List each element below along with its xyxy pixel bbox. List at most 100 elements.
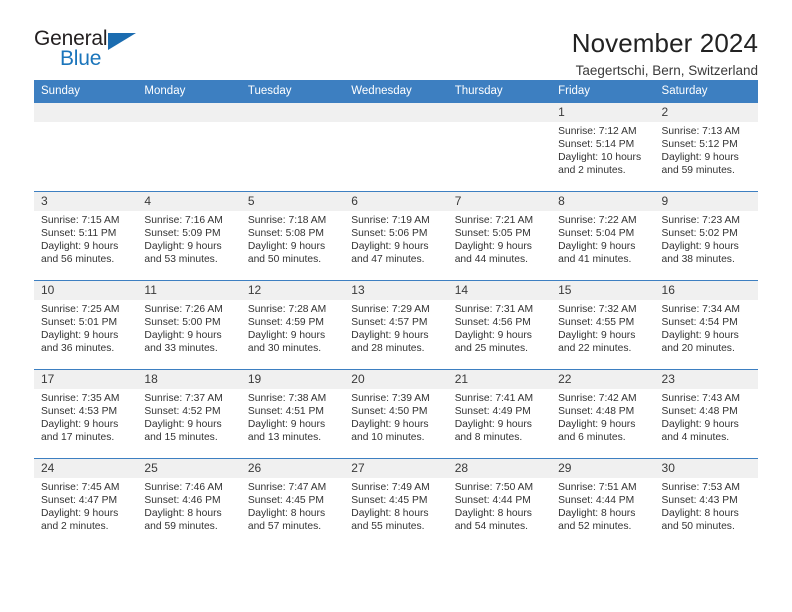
sunset-text: Sunset: 4:52 PM — [144, 406, 221, 418]
sunset-text: Sunset: 5:09 PM — [144, 228, 221, 240]
calendar-day-cell[interactable]: 9 Sunrise: 7:23 AM Sunset: 5:02 PM Daylight… — [654, 191, 758, 281]
day-details: Sunrise: 7:23 AM Sunset: 5:02 PM Daylight:… — [655, 211, 758, 266]
calendar-day-cell[interactable]: 2 Sunrise: 7:13 AM Sunset: 5:12 PM Daylight… — [654, 102, 758, 192]
day-number: 11 — [137, 281, 241, 300]
calendar-day-cell[interactable]: 11 Sunrise: 7:26 AM Sunset: 5:00 PM Dayligh… — [137, 280, 241, 370]
sunrise-text: Sunrise: 7:51 AM — [558, 482, 637, 493]
calendar-day-cell[interactable]: 15 Sunrise: 7:32 AM Sunset: 4:55 PM Dayligh… — [551, 280, 655, 370]
day-number: 8 — [551, 192, 655, 211]
daylight-text-line1: Daylight: 9 hours — [454, 241, 532, 253]
calendar-day-cell[interactable]: 3 Sunrise: 7:15 AM Sunset: 5:11 PM Daylight… — [34, 191, 138, 281]
day-number: 7 — [447, 192, 552, 211]
calendar-day-cell[interactable]: 6 Sunrise: 7:19 AM Sunset: 5:06 PM Daylight… — [344, 191, 448, 281]
day-number: 17 — [34, 370, 138, 389]
day-number — [447, 103, 552, 122]
day-details: Sunrise: 7:25 AM Sunset: 5:01 PM Daylight:… — [34, 300, 137, 355]
daylight-text-line2: and 6 minutes. — [558, 432, 626, 444]
calendar-day-cell[interactable]: 7 Sunrise: 7:21 AM Sunset: 5:05 PM Daylight… — [447, 191, 552, 281]
calendar-day-cell[interactable]: 5 Sunrise: 7:18 AM Sunset: 5:08 PM Daylight… — [240, 191, 345, 281]
sunrise-text: Sunrise: 7:21 AM — [454, 215, 534, 226]
day-details: Sunrise: 7:41 AM Sunset: 4:49 PM Daylight:… — [448, 389, 551, 444]
calendar-day-cell[interactable]: 4 Sunrise: 7:16 AM Sunset: 5:09 PM Daylight… — [137, 191, 241, 281]
day-details: Sunrise: 7:46 AM Sunset: 4:46 PM Daylight:… — [137, 478, 240, 533]
calendar-day-cell[interactable]: 29 Sunrise: 7:51 AM Sunset: 4:44 PM Dayligh… — [551, 458, 655, 548]
daylight-text-line1: Daylight: 9 hours — [661, 152, 739, 164]
calendar-day-cell[interactable]: 10 Sunrise: 7:25 AM Sunset: 5:01 PM Dayligh… — [34, 280, 138, 370]
calendar-day-cell-empty — [447, 102, 552, 192]
calendar-day-cell[interactable]: 12 Sunrise: 7:28 AM Sunset: 4:59 PM Dayligh… — [240, 280, 345, 370]
sunrise-text: Sunrise: 7:29 AM — [351, 304, 430, 315]
day-number — [137, 103, 241, 122]
general-blue-logo[interactable]: General Blue — [34, 28, 146, 76]
daylight-text-line2: and 33 minutes. — [144, 343, 218, 355]
calendar-day-cell[interactable]: 18 Sunrise: 7:37 AM Sunset: 4:52 PM Dayligh… — [137, 369, 241, 459]
calendar-day-cell[interactable]: 24 Sunrise: 7:45 AM Sunset: 4:47 PM Dayligh… — [34, 458, 138, 548]
day-details: Sunrise: 7:53 AM Sunset: 4:43 PM Daylight:… — [655, 478, 758, 533]
sunset-text: Sunset: 5:06 PM — [351, 228, 428, 240]
day-details: Sunrise: 7:21 AM Sunset: 5:05 PM Daylight:… — [448, 211, 551, 266]
daylight-text-line1: Daylight: 9 hours — [247, 330, 326, 342]
daylight-text-line2: and 17 minutes. — [41, 432, 115, 444]
daylight-text-line1: Daylight: 9 hours — [41, 241, 119, 253]
sunset-text: Sunset: 5:02 PM — [661, 228, 738, 240]
day-number: 20 — [344, 370, 448, 389]
sunset-text: Sunset: 4:44 PM — [454, 495, 531, 507]
calendar-day-cell[interactable]: 23 Sunrise: 7:43 AM Sunset: 4:48 PM Dayligh… — [654, 369, 758, 459]
calendar-week-row: 1 Sunrise: 7:12 AM Sunset: 5:14 PM Daylight… — [34, 102, 758, 192]
daylight-text-line2: and 36 minutes. — [41, 343, 115, 355]
sunset-text: Sunset: 4:48 PM — [661, 406, 738, 418]
calendar-day-cell[interactable]: 21 Sunrise: 7:41 AM Sunset: 4:49 PM Dayligh… — [447, 369, 552, 459]
day-number: 27 — [344, 459, 448, 478]
calendar-day-cell[interactable]: 13 Sunrise: 7:29 AM Sunset: 4:57 PM Dayligh… — [344, 280, 448, 370]
calendar-day-cell[interactable]: 8 Sunrise: 7:22 AM Sunset: 5:04 PM Daylight… — [551, 191, 655, 281]
daylight-text-line1: Daylight: 9 hours — [247, 241, 326, 253]
calendar-day-cell[interactable]: 22 Sunrise: 7:42 AM Sunset: 4:48 PM Dayligh… — [551, 369, 655, 459]
calendar-day-cell[interactable]: 27 Sunrise: 7:49 AM Sunset: 4:45 PM Dayligh… — [344, 458, 448, 548]
daylight-text-line2: and 30 minutes. — [247, 343, 322, 355]
daylight-text-line2: and 10 minutes. — [351, 432, 425, 444]
calendar-day-cell[interactable]: 30 Sunrise: 7:53 AM Sunset: 4:43 PM Dayligh… — [654, 458, 758, 548]
calendar-week-row: 17 Sunrise: 7:35 AM Sunset: 4:53 PM Dayligh… — [34, 369, 758, 459]
sunset-text: Sunset: 4:45 PM — [351, 495, 428, 507]
day-details: Sunrise: 7:42 AM Sunset: 4:48 PM Daylight:… — [551, 389, 654, 444]
day-details: Sunrise: 7:12 AM Sunset: 5:14 PM Daylight:… — [551, 122, 654, 177]
day-number: 14 — [447, 281, 552, 300]
calendar-day-cell[interactable]: 26 Sunrise: 7:47 AM Sunset: 4:45 PM Dayligh… — [240, 458, 345, 548]
calendar-day-cell-empty — [240, 102, 345, 192]
day-number: 12 — [240, 281, 345, 300]
sunset-text: Sunset: 5:05 PM — [454, 228, 531, 240]
daylight-text-line1: Daylight: 9 hours — [661, 419, 739, 431]
daylight-text-line2: and 44 minutes. — [454, 254, 528, 266]
daylight-text-line2: and 28 minutes. — [351, 343, 425, 355]
weekday-header-friday: Friday — [551, 80, 655, 103]
calendar-week-row: 10 Sunrise: 7:25 AM Sunset: 5:01 PM Dayligh… — [34, 280, 758, 370]
day-number: 3 — [34, 192, 138, 211]
sunset-text: Sunset: 4:59 PM — [247, 317, 324, 329]
calendar-day-cell[interactable]: 1 Sunrise: 7:12 AM Sunset: 5:14 PM Daylight… — [551, 102, 655, 192]
day-number: 22 — [551, 370, 655, 389]
day-details: Sunrise: 7:37 AM Sunset: 4:52 PM Daylight:… — [137, 389, 240, 444]
calendar-day-cell[interactable]: 19 Sunrise: 7:38 AM Sunset: 4:51 PM Dayligh… — [240, 369, 345, 459]
calendar-day-cell[interactable]: 28 Sunrise: 7:50 AM Sunset: 4:44 PM Dayligh… — [447, 458, 552, 548]
day-details: Sunrise: 7:31 AM Sunset: 4:56 PM Daylight:… — [448, 300, 551, 355]
calendar-day-cell[interactable]: 20 Sunrise: 7:39 AM Sunset: 4:50 PM Dayligh… — [344, 369, 448, 459]
day-details: Sunrise: 7:15 AM Sunset: 5:11 PM Daylight:… — [34, 211, 137, 266]
weekday-header-thursday: Thursday — [447, 80, 552, 103]
triangle-logo-icon — [108, 33, 136, 50]
daylight-text-line2: and 57 minutes. — [247, 521, 322, 533]
sunset-text: Sunset: 4:55 PM — [558, 317, 635, 329]
day-details: Sunrise: 7:32 AM Sunset: 4:55 PM Daylight:… — [551, 300, 654, 355]
daylight-text-line1: Daylight: 8 hours — [144, 508, 222, 520]
daylight-text-line2: and 22 minutes. — [558, 343, 632, 355]
page-header: General Blue November 2024 Taegertschi, … — [34, 0, 758, 79]
daylight-text-line1: Daylight: 9 hours — [558, 241, 636, 253]
daylight-text-line2: and 8 minutes. — [454, 432, 523, 444]
calendar-day-cell[interactable]: 16 Sunrise: 7:34 AM Sunset: 4:54 PM Dayligh… — [654, 280, 758, 370]
daylight-text-line2: and 2 minutes. — [558, 165, 626, 177]
sunrise-text: Sunrise: 7:35 AM — [41, 393, 120, 404]
title-block: November 2024 Taegertschi, Bern, Switzer… — [146, 28, 758, 81]
sunset-text: Sunset: 5:08 PM — [247, 228, 324, 240]
calendar-day-cell[interactable]: 17 Sunrise: 7:35 AM Sunset: 4:53 PM Dayligh… — [34, 369, 138, 459]
calendar-day-cell[interactable]: 25 Sunrise: 7:46 AM Sunset: 4:46 PM Dayligh… — [137, 458, 241, 548]
calendar-day-cell[interactable]: 14 Sunrise: 7:31 AM Sunset: 4:56 PM Dayligh… — [447, 280, 552, 370]
